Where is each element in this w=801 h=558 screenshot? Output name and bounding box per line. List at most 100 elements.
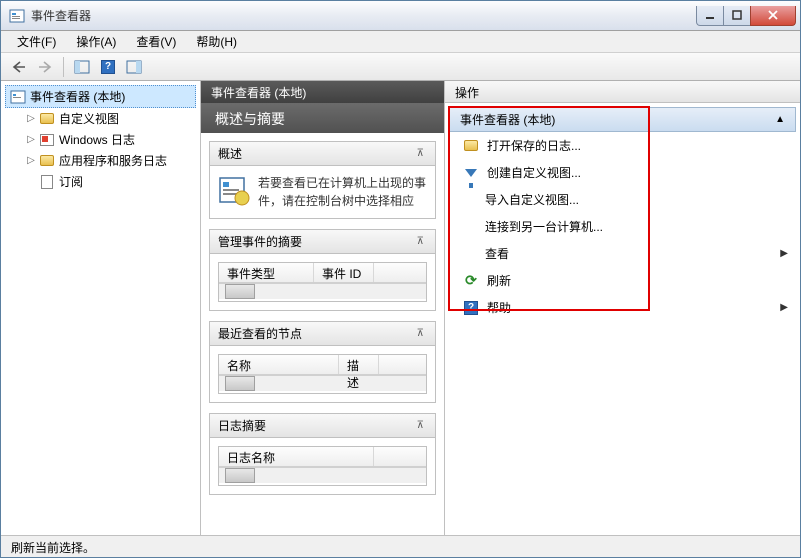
close-button[interactable] [750, 6, 796, 26]
tree-label: 自定义视图 [59, 110, 119, 127]
event-viewer-icon [10, 89, 26, 105]
collapse-icon[interactable]: ⊼ [414, 420, 427, 431]
action-refresh[interactable]: ⟳ 刷新 [449, 267, 796, 294]
col-name[interactable]: 名称 [219, 355, 339, 374]
refresh-icon: ⟳ [463, 273, 479, 289]
recent-nodes-list[interactable]: 名称 描述 [218, 354, 427, 394]
col-desc[interactable]: 描述 [339, 355, 379, 374]
action-open-saved-log[interactable]: 打开保存的日志... [449, 132, 796, 159]
recent-nodes-group: 最近查看的节点 ⊼ 名称 描述 [209, 321, 436, 403]
menu-file[interactable]: 文件(F) [9, 31, 64, 52]
col-event-type[interactable]: 事件类型 [219, 263, 314, 282]
col-event-id[interactable]: 事件 ID [314, 263, 374, 282]
tree-app-service-logs[interactable]: ▷ 应用程序和服务日志 [21, 150, 196, 171]
log-summary-group: 日志摘要 ⊼ 日志名称 [209, 413, 436, 495]
horizontal-scrollbar[interactable] [219, 375, 426, 391]
minimize-button[interactable] [696, 6, 724, 26]
log-summary-list[interactable]: 日志名称 [218, 446, 427, 486]
actions-section-title: 事件查看器 (本地) ▲ [449, 107, 796, 132]
tree-windows-logs[interactable]: ▷ Windows 日志 [21, 129, 196, 150]
forward-button[interactable] [33, 56, 57, 78]
overview-header: 概述 ⊼ [210, 142, 435, 166]
window-title: 事件查看器 [31, 7, 697, 24]
window-controls [697, 6, 796, 26]
toolbar: ? [1, 53, 800, 81]
section-chevron-icon[interactable]: ▲ [775, 114, 785, 125]
folder-icon [39, 111, 55, 127]
collapse-icon[interactable]: ⊼ [414, 236, 427, 247]
submenu-arrow-icon: ▶ [780, 302, 788, 313]
action-view-submenu[interactable]: 查看 ▶ [449, 240, 796, 267]
horizontal-scrollbar[interactable] [219, 467, 426, 483]
toolbar-separator [63, 57, 64, 77]
detail-header: 事件查看器 (本地) [201, 81, 444, 103]
tree-subscriptions[interactable]: 订阅 [21, 171, 196, 192]
tree-root[interactable]: 事件查看器 (本地) [5, 85, 196, 108]
admin-events-title: 管理事件的摘要 [218, 233, 302, 250]
action-label: 打开保存的日志... [487, 137, 581, 154]
statusbar: 刷新当前选择。 [1, 535, 800, 557]
overview-title: 概述 [218, 145, 242, 162]
overview-group: 概述 ⊼ 若要查看已在计算机上出现的事件，请在控制台树中选择相应 [209, 141, 436, 219]
submenu-arrow-icon: ▶ [780, 248, 788, 259]
collapse-icon[interactable]: ⊼ [414, 148, 427, 159]
collapse-icon[interactable]: ⊼ [414, 328, 427, 339]
show-actions-button[interactable] [122, 56, 146, 78]
log-summary-title: 日志摘要 [218, 417, 266, 434]
detail-body: 概述 ⊼ 若要查看已在计算机上出现的事件，请在控制台树中选择相应 [201, 133, 444, 535]
subscription-icon [39, 174, 55, 190]
expander-icon[interactable]: ▷ [25, 134, 37, 146]
menu-help[interactable]: 帮助(H) [188, 31, 245, 52]
expander-icon[interactable]: ▷ [25, 113, 37, 125]
tree-custom-views[interactable]: ▷ 自定义视图 [21, 108, 196, 129]
admin-events-group: 管理事件的摘要 ⊼ 事件类型 事件 ID [209, 229, 436, 311]
expander-spacer [25, 176, 37, 188]
actions-header: 操作 [445, 81, 800, 103]
tree-pane: 事件查看器 (本地) ▷ 自定义视图 ▷ Windows 日志 ▷ 应用程序和服… [1, 81, 201, 535]
recent-nodes-title: 最近查看的节点 [218, 325, 302, 342]
event-viewer-window: 事件查看器 文件(F) 操作(A) 查看(V) 帮助(H) ? 事件查看器 (本… [0, 0, 801, 558]
help-icon: ? [463, 300, 479, 316]
maximize-button[interactable] [723, 6, 751, 26]
action-help-submenu[interactable]: ? 帮助 ▶ [449, 294, 796, 321]
status-text: 刷新当前选择。 [11, 541, 95, 555]
action-create-custom-view[interactable]: 创建自定义视图... [449, 159, 796, 186]
admin-events-header: 管理事件的摘要 ⊼ [210, 230, 435, 254]
detail-pane: 事件查看器 (本地) 概述与摘要 概述 ⊼ 若要查看已在计算机上出现的事件，请在… [201, 81, 445, 535]
action-label: 创建自定义视图... [487, 164, 581, 181]
tree-root-label: 事件查看器 (本地) [30, 88, 125, 105]
windows-logs-icon [39, 132, 55, 148]
menu-action[interactable]: 操作(A) [68, 31, 124, 52]
help-button[interactable]: ? [96, 56, 120, 78]
col-log-name[interactable]: 日志名称 [219, 447, 374, 466]
log-summary-header: 日志摘要 ⊼ [210, 414, 435, 438]
action-label: 连接到另一台计算机... [485, 218, 603, 235]
action-import-custom-view[interactable]: 导入自定义视图... [449, 186, 796, 213]
expander-icon[interactable]: ▷ [25, 155, 37, 167]
action-label: 查看 [485, 245, 509, 262]
folder-icon [39, 153, 55, 169]
summary-title: 概述与摘要 [201, 103, 444, 133]
help-icon: ? [101, 60, 115, 74]
menubar: 文件(F) 操作(A) 查看(V) 帮助(H) [1, 31, 800, 53]
actions-body: 事件查看器 (本地) ▲ 打开保存的日志... 创建自定义视图... 导入自定义… [445, 103, 800, 535]
app-icon [9, 8, 25, 24]
funnel-icon [463, 165, 479, 181]
folder-open-icon [463, 138, 479, 154]
overview-text: 若要查看已在计算机上出现的事件，请在控制台树中选择相应 [258, 174, 427, 210]
titlebar: 事件查看器 [1, 1, 800, 31]
content-area: 事件查看器 (本地) ▷ 自定义视图 ▷ Windows 日志 ▷ 应用程序和服… [1, 81, 800, 535]
overview-icon [218, 174, 250, 206]
action-label: 导入自定义视图... [485, 191, 579, 208]
admin-events-list[interactable]: 事件类型 事件 ID [218, 262, 427, 302]
back-button[interactable] [7, 56, 31, 78]
tree-label: Windows 日志 [59, 131, 135, 148]
action-label: 帮助 [487, 299, 511, 316]
action-connect-computer[interactable]: 连接到另一台计算机... [449, 213, 796, 240]
horizontal-scrollbar[interactable] [219, 283, 426, 299]
actions-pane: 操作 事件查看器 (本地) ▲ 打开保存的日志... 创建自定义视图... 导入… [445, 81, 800, 535]
menu-view[interactable]: 查看(V) [128, 31, 184, 52]
tree-label: 订阅 [59, 173, 83, 190]
show-tree-button[interactable] [70, 56, 94, 78]
action-label: 刷新 [487, 272, 511, 289]
